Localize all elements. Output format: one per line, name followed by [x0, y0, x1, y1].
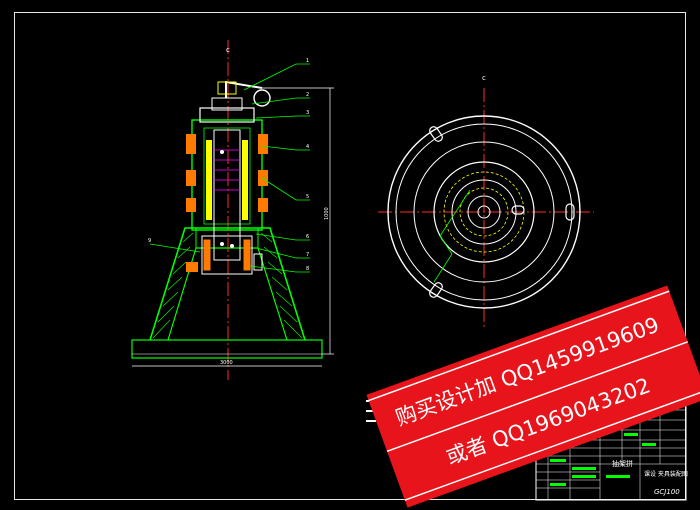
screw-mark-3: [230, 244, 234, 248]
top-view-leaders: [433, 189, 471, 283]
svg-text:4: 4: [306, 144, 309, 150]
svg-text:3: 3: [306, 110, 309, 116]
lower-nut-threads: [203, 239, 251, 271]
base-dimension-text: 3000: [220, 360, 233, 366]
lead-screw-hatch: [214, 149, 240, 191]
lead-screw: [213, 129, 241, 261]
title-block-code: GCJ100: [654, 488, 680, 496]
top-view: c: [378, 74, 594, 330]
top-view-label: c: [482, 74, 486, 82]
leader-lines: [149, 63, 310, 273]
height-dimension-text: 1000: [324, 207, 330, 220]
screw-mark-2: [220, 242, 224, 246]
title-block-title: 课设 夹具装配图: [644, 470, 688, 478]
cad-drawing-svg: c 1 2 3 4 5 6 7 8 9 1000 3000 c 抽架拼 课设 夹…: [131, 40, 700, 508]
svg-text:2: 2: [306, 92, 309, 98]
cylinder-side-bolts: [186, 134, 268, 212]
svg-text:5: 5: [306, 194, 309, 200]
svg-text:9: 9: [148, 238, 151, 244]
svg-text:7: 7: [306, 252, 309, 258]
section-view-label: c: [226, 46, 230, 54]
section-view: c 1 2 3 4 5 6 7 8 9 1000 3000: [131, 40, 334, 380]
main-cylinder: [191, 119, 263, 231]
base-bolt-left: [186, 262, 198, 272]
height-dimension: [262, 87, 334, 355]
svg-text:1: 1: [306, 58, 309, 64]
cad-drawing-canvas: c 1 2 3 4 5 6 7 8 9 1000 3000 c 抽架拼 课设 夹…: [0, 0, 700, 510]
svg-text:6: 6: [306, 234, 309, 240]
screw-mark-1: [220, 150, 224, 154]
leader-numbers: 1 2 3 4 5 6 7 8 9: [148, 58, 309, 272]
title-block-name: 抽架拼: [612, 459, 633, 468]
svg-text:8: 8: [306, 266, 309, 272]
base-plate: [131, 339, 323, 359]
